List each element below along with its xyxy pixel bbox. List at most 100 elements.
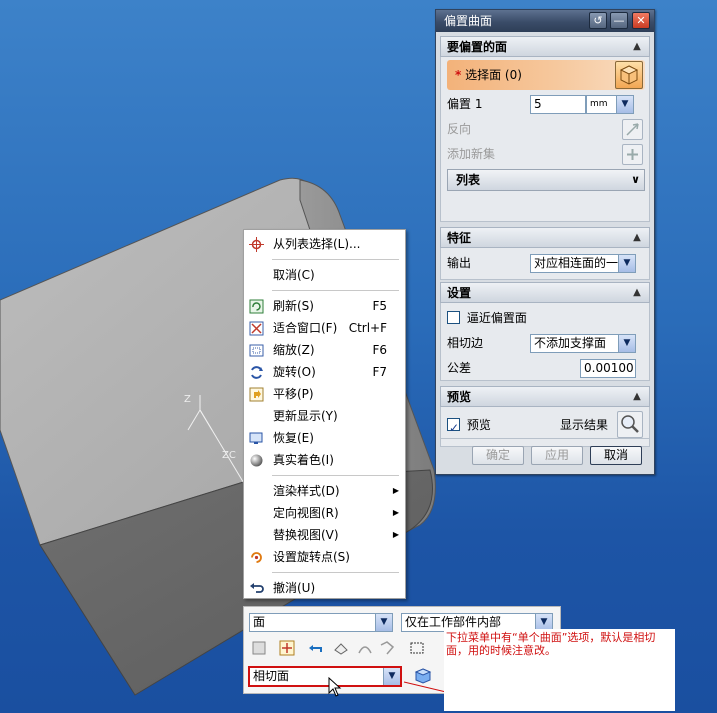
general-selection-icon[interactable]: [250, 639, 268, 657]
refresh-icon: [249, 299, 264, 314]
section-header-feature[interactable]: 特征 ▲: [440, 227, 650, 248]
tolerance-row: 公差 0.00100: [447, 356, 645, 381]
point-snap-icon[interactable]: [278, 639, 296, 657]
submenu-arrow-icon: ▶: [392, 530, 399, 539]
output-row: 输出 对应相连面的一 ▼: [447, 251, 645, 276]
close-icon[interactable]: ✕: [632, 12, 650, 29]
approx-offset-checkbox[interactable]: [447, 311, 460, 324]
preview-row: 预览 显示结果: [447, 411, 645, 441]
offset-surface-dialog: 偏置曲面 ↺ — ✕ 要偏置的面 ▲ * 选择面 (0) 偏置 1 5 mm ▼…: [435, 9, 655, 475]
menu-item-restore[interactable]: 恢复(E): [244, 427, 405, 449]
menu-item-label: 旋转(O): [273, 365, 316, 379]
menu-separator: [272, 572, 399, 573]
section-body-feature: 输出 对应相连面的一 ▼: [440, 248, 650, 280]
offset-unit-select[interactable]: mm ▼: [586, 95, 634, 114]
menu-item-undo[interactable]: 撤消(U): [244, 577, 405, 599]
section-header-preview[interactable]: 预览 ▲: [440, 386, 650, 407]
menu-item-replace-view[interactable]: 替换视图(V) ▶: [244, 524, 405, 546]
preview-checkbox[interactable]: [447, 416, 460, 441]
chevron-down-icon: ∨: [631, 173, 640, 186]
ok-button[interactable]: 确定: [472, 446, 524, 465]
edge-chain-icon[interactable]: [378, 639, 396, 657]
offset-value-input[interactable]: 5: [530, 95, 586, 114]
menu-item-label: 真实着色(I): [273, 453, 334, 467]
menu-item-orient-view[interactable]: 定向视图(R) ▶: [244, 502, 405, 524]
chevron-up-icon: ▲: [633, 287, 641, 298]
arrow-down-icon: ▼: [383, 668, 400, 685]
face-rule-select[interactable]: 相切面 ▼: [248, 666, 402, 687]
section-header-settings[interactable]: 设置 ▲: [440, 282, 650, 303]
dialog-title: 偏置曲面: [444, 14, 493, 28]
cancel-button[interactable]: 取消: [590, 446, 642, 465]
approx-offset-row[interactable]: 逼近偏置面: [447, 306, 645, 331]
feature-curve-icon[interactable]: [356, 639, 374, 657]
chevron-up-icon: ▲: [633, 41, 641, 52]
menu-item-label: 从列表选择(L)...: [273, 237, 361, 251]
zoom-icon: [249, 344, 264, 357]
menu-item-cancel[interactable]: 取消(C): [244, 264, 405, 286]
apply-button[interactable]: 应用: [531, 446, 583, 465]
type-filter-select[interactable]: 面 ▼: [249, 613, 393, 632]
tangent-edge-select[interactable]: 不添加支撑面 ▼: [530, 334, 636, 353]
add-set-icon[interactable]: [622, 144, 643, 165]
menu-item-shortcut: Ctrl+F: [348, 321, 387, 335]
tolerance-label: 公差: [447, 361, 472, 375]
menu-item-refresh[interactable]: 刷新(S) F5: [244, 295, 405, 317]
list-toggle[interactable]: 列表 ∨: [447, 169, 645, 191]
menu-item-label: 设置旋转点(S): [273, 550, 350, 564]
tolerance-input[interactable]: 0.00100: [580, 359, 636, 378]
menu-item-label: 刷新(S): [273, 299, 314, 313]
preview-label: 预览: [466, 418, 491, 432]
menu-item-true-shading[interactable]: 真实着色(I): [244, 449, 405, 471]
menu-item-label: 替换视图(V): [273, 528, 339, 542]
menu-item-pan[interactable]: 平移(P): [244, 383, 405, 405]
menu-item-shortcut: F7: [372, 365, 387, 379]
menu-item-set-rotation-point[interactable]: 设置旋转点(S): [244, 546, 405, 568]
rectangle-select-icon[interactable]: [408, 639, 426, 657]
magnifier-icon[interactable]: [617, 411, 643, 438]
add-new-set-label: 添加新集: [447, 147, 496, 161]
menu-item-label: 取消(C): [273, 268, 315, 282]
offset-label: 偏置 1: [447, 97, 483, 111]
required-star-icon: *: [455, 68, 462, 82]
menu-item-zoom[interactable]: 缩放(Z) F6: [244, 339, 405, 361]
return-arrow-icon[interactable]: [308, 639, 326, 657]
menu-item-label: 平移(P): [273, 387, 314, 401]
submenu-arrow-icon: ▶: [392, 508, 399, 517]
minimize-icon[interactable]: —: [610, 12, 628, 29]
reverse-direction-icon[interactable]: [622, 119, 643, 140]
menu-item-shortcut: F5: [372, 299, 387, 313]
offset-row: 偏置 1 5 mm ▼: [447, 92, 645, 117]
approx-offset-label: 逼近偏置面: [466, 311, 527, 325]
menu-item-label: 撤消(U): [273, 581, 316, 595]
section-header-faces[interactable]: 要偏置的面 ▲: [440, 36, 650, 57]
menu-item-fit-window[interactable]: 适合窗口(F) Ctrl+F: [244, 317, 405, 339]
menu-item-render-style[interactable]: 渲染样式(D) ▶: [244, 480, 405, 502]
rotation-point-icon: [251, 552, 262, 563]
eraser-icon[interactable]: [332, 639, 350, 657]
menu-item-label: 定向视图(R): [273, 506, 339, 520]
dialog-title-bar[interactable]: 偏置曲面 ↺ — ✕: [436, 10, 654, 32]
menu-item-label: 渲染样式(D): [273, 484, 340, 498]
arrow-down-icon: ▼: [618, 335, 635, 352]
add-new-set-row: 添加新集: [447, 142, 645, 167]
fit-window-icon: [249, 321, 264, 336]
axis-label-z: Z: [184, 394, 191, 405]
menu-item-select-from-list[interactable]: 从列表选择(L)...: [244, 233, 405, 255]
select-face-step[interactable]: * 选择面 (0): [447, 60, 645, 90]
section-body-faces: * 选择面 (0) 偏置 1 5 mm ▼ 反向 添加新集 列表 ∨: [440, 57, 650, 222]
menu-item-update-display[interactable]: 更新显示(Y): [244, 405, 405, 427]
menu-item-label: 缩放(Z): [273, 343, 315, 357]
menu-item-rotate[interactable]: 旋转(O) F7: [244, 361, 405, 383]
section-body-settings: 逼近偏置面 相切边 不添加支撑面 ▼ 公差 0.00100: [440, 303, 650, 381]
rotate-icon: [251, 366, 263, 379]
face-select-cube-icon[interactable]: [615, 61, 643, 89]
mouse-cursor-icon: [328, 677, 342, 697]
arrow-down-icon: ▼: [375, 614, 392, 631]
dialog-footer: 确定 应用 取消: [440, 438, 650, 468]
reset-icon[interactable]: ↺: [589, 12, 607, 29]
arrow-down-icon: ▼: [616, 96, 633, 113]
undo-icon: [250, 583, 264, 593]
output-select[interactable]: 对应相连面的一 ▼: [530, 254, 636, 273]
menu-separator: [272, 259, 399, 260]
